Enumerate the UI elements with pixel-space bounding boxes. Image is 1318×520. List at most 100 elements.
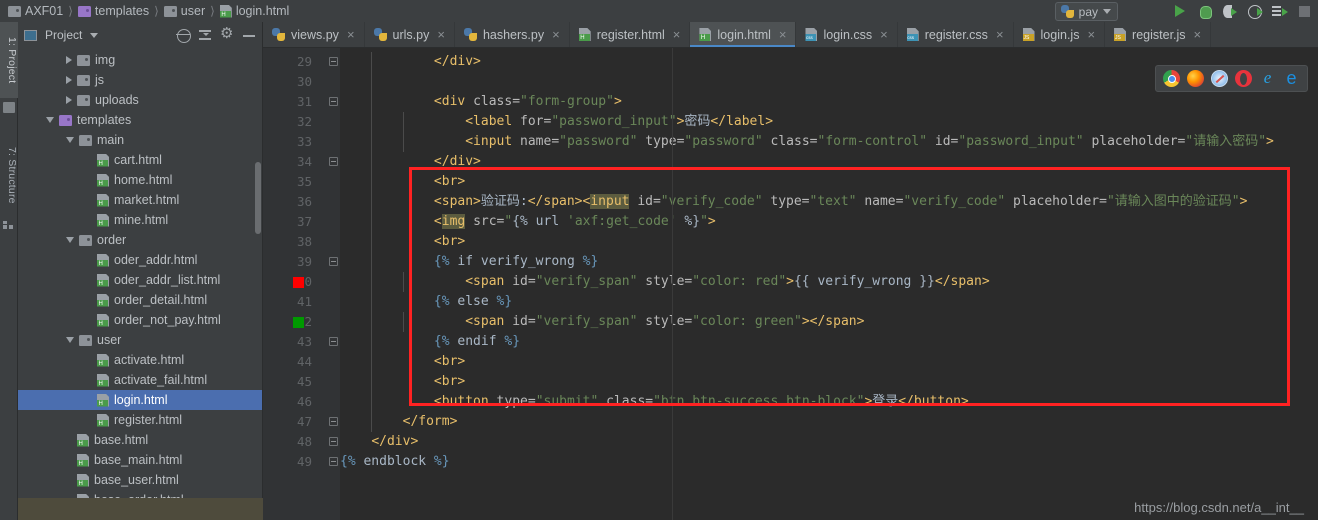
run-configuration-selector[interactable]: pay	[1054, 2, 1118, 21]
breadcrumb-item-0[interactable]: AXF01	[6, 4, 65, 18]
code-fold-toggle[interactable]	[329, 337, 338, 346]
color-gutter-marker[interactable]	[293, 317, 304, 328]
code-token: "form-group"	[520, 94, 614, 109]
code-fold-toggle[interactable]	[329, 417, 338, 426]
code-token: input	[590, 194, 630, 209]
code-fold-toggle[interactable]	[329, 97, 338, 106]
breadcrumb-item-2[interactable]: user	[162, 4, 207, 18]
sidebar-item-structure[interactable]: 7: Structure	[0, 132, 18, 218]
tree-item-register-html[interactable]: register.html	[18, 410, 262, 430]
line-number: 35	[296, 174, 312, 189]
code-token: img	[441, 214, 466, 229]
project-panel-scrollbar[interactable]	[255, 162, 261, 234]
open-in-firefox-icon[interactable]	[1187, 70, 1204, 87]
target-icon[interactable]	[176, 28, 191, 43]
code-content[interactable]: </div> <div class="form-group"> <label f…	[340, 48, 1318, 520]
close-icon[interactable]: ×	[996, 28, 1004, 41]
editor-fold-column[interactable]	[326, 48, 340, 520]
open-in-edge-icon[interactable]: e	[1283, 69, 1300, 87]
close-icon[interactable]: ×	[552, 28, 560, 41]
code-token: <span	[465, 314, 513, 329]
tree-item-user[interactable]: user	[18, 330, 262, 350]
open-in-ie-icon[interactable]: e	[1259, 69, 1276, 87]
play-icon[interactable]	[1172, 4, 1187, 19]
minimize-icon[interactable]	[242, 28, 256, 42]
profiler-icon[interactable]	[1247, 4, 1263, 19]
editor-scrollbar[interactable]	[1306, 48, 1318, 520]
chevron-down-icon[interactable]	[66, 137, 74, 143]
tree-item-home-html[interactable]: home.html	[18, 170, 262, 190]
tree-item-img[interactable]: img	[18, 50, 262, 70]
tree-item-uploads[interactable]: uploads	[18, 90, 262, 110]
tab-login-css[interactable]: login.css ×	[796, 22, 898, 47]
tree-item-base_main-html[interactable]: base_main.html	[18, 450, 262, 470]
tree-item-order_detail-html[interactable]: order_detail.html	[18, 290, 262, 310]
indent-guide	[371, 352, 372, 372]
tree-item-login-html[interactable]: login.html	[18, 390, 262, 410]
console-run-icon[interactable]	[1272, 4, 1288, 19]
close-icon[interactable]: ×	[437, 28, 445, 41]
tree-item-cart-html[interactable]: cart.html	[18, 150, 262, 170]
tree-item-base_user-html[interactable]: base_user.html	[18, 470, 262, 490]
code-fold-toggle[interactable]	[329, 257, 338, 266]
chevron-down-icon[interactable]	[90, 32, 99, 38]
tree-item-templates[interactable]: templates	[18, 110, 262, 130]
open-in-chrome-icon[interactable]	[1163, 70, 1180, 87]
tree-item-oder_addr-html[interactable]: oder_addr.html	[18, 250, 262, 270]
open-in-opera-icon[interactable]	[1235, 70, 1252, 87]
tab-hashers-py[interactable]: hashers.py ×	[454, 22, 570, 47]
tree-item-label: oder_addr_list.html	[114, 273, 221, 287]
code-editor[interactable]: 29 30 31 32 33 34 35 36 37 38 39 40 41 42 43 44 45 46 47 48…	[263, 48, 1318, 520]
chevron-down-icon[interactable]	[66, 337, 74, 343]
tab-login-js[interactable]: login.js ×	[1013, 22, 1106, 47]
close-icon[interactable]: ×	[347, 28, 355, 41]
open-in-safari-icon[interactable]	[1211, 70, 1228, 87]
sidebar-item-project[interactable]: 1: Project	[0, 22, 18, 98]
close-icon[interactable]: ×	[880, 28, 888, 41]
breadcrumb-item-1[interactable]: templates	[76, 4, 151, 18]
close-icon[interactable]: ×	[1194, 28, 1202, 41]
breadcrumb-item-3[interactable]: login.html	[218, 4, 292, 18]
tab-register-css[interactable]: register.css ×	[897, 22, 1014, 47]
tab-views-py[interactable]: views.py ×	[263, 22, 365, 47]
tab-urls-py[interactable]: urls.py ×	[364, 22, 455, 47]
gear-icon[interactable]	[220, 25, 234, 43]
chevron-right-icon[interactable]	[66, 56, 72, 64]
collapse-icon[interactable]	[198, 28, 212, 42]
bug-icon[interactable]	[1197, 4, 1212, 19]
tree-item-main[interactable]: main	[18, 130, 262, 150]
code-fold-toggle[interactable]	[329, 157, 338, 166]
tab-register-js[interactable]: register.js ×	[1105, 22, 1212, 47]
code-fold-toggle[interactable]	[329, 437, 338, 446]
close-icon[interactable]: ×	[1087, 28, 1095, 41]
tree-item-activate-html[interactable]: activate.html	[18, 350, 262, 370]
chevron-right-icon[interactable]	[66, 96, 72, 104]
tree-item-label: user	[97, 333, 122, 347]
tree-item-oder_addr_list-html[interactable]: oder_addr_list.html	[18, 270, 262, 290]
code-fold-toggle[interactable]	[329, 57, 338, 66]
code-token: </label>	[710, 114, 774, 129]
color-gutter-marker[interactable]	[293, 277, 304, 288]
close-icon[interactable]: ×	[673, 28, 681, 41]
chevron-down-icon[interactable]	[46, 117, 54, 123]
tree-item-mine-html[interactable]: mine.html	[18, 210, 262, 230]
tree-item-js[interactable]: js	[18, 70, 262, 90]
close-icon[interactable]: ×	[779, 28, 787, 41]
tab-label: login.js	[1040, 27, 1080, 42]
code-fold-toggle[interactable]	[329, 457, 338, 466]
tree-item-activate_fail-html[interactable]: activate_fail.html	[18, 370, 262, 390]
folder-icon	[79, 334, 92, 346]
tree-item-order_not_pay-html[interactable]: order_not_pay.html	[18, 310, 262, 330]
code-token: 验证码:	[480, 194, 528, 209]
editor-gutter[interactable]: 29 30 31 32 33 34 35 36 37 38 39 40 41 42 43 44 45 46 47 48…	[263, 48, 326, 520]
chevron-down-icon[interactable]	[66, 237, 74, 243]
tab-login-html[interactable]: login.html ×	[690, 22, 797, 47]
tree-item-order[interactable]: order	[18, 230, 262, 250]
tree-item-base-html[interactable]: base.html	[18, 430, 262, 450]
tab-register-html[interactable]: register.html ×	[569, 22, 691, 47]
chevron-right-icon[interactable]	[66, 76, 72, 84]
folder-icon	[77, 74, 90, 86]
coverage-icon[interactable]	[1222, 4, 1237, 19]
tree-item-market-html[interactable]: market.html	[18, 190, 262, 210]
